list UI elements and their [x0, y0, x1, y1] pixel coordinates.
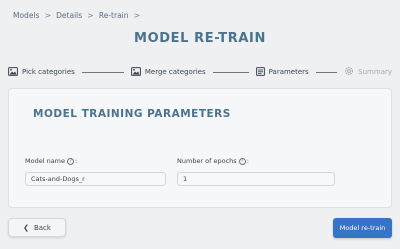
step-pick-categories[interactable]: Pick categories: [8, 66, 75, 78]
epochs-label-text: Number of epochs: [177, 157, 237, 165]
back-button-label: Back: [33, 223, 51, 232]
help-icon[interactable]: ?: [67, 157, 75, 165]
list-icon: [255, 66, 265, 78]
chevron-left-icon: ❮: [23, 223, 29, 232]
image-icon: [8, 66, 18, 78]
step-label: Pick categories: [22, 68, 75, 76]
step-summary[interactable]: Summary: [344, 66, 392, 78]
step-connector: [315, 71, 338, 73]
back-button[interactable]: ❮ Back: [8, 218, 66, 237]
help-icon[interactable]: ?: [238, 157, 246, 165]
step-merge-categories[interactable]: Merge categories: [130, 66, 206, 78]
breadcrumb-details[interactable]: Details: [56, 11, 82, 20]
page-title: MODEL RE-TRAIN: [134, 31, 266, 46]
stepper: Pick categories Merge categories Paramet…: [8, 66, 392, 78]
step-connector: [81, 71, 124, 73]
label-suffix: :: [75, 157, 78, 165]
parameters-card: MODEL TRAINING PARAMETERS Model name ? :…: [8, 88, 392, 208]
breadcrumb-separator: >: [133, 11, 141, 20]
step-label: Summary: [358, 68, 392, 76]
model-name-label-text: Model name: [25, 157, 66, 165]
breadcrumb-separator: >: [44, 11, 52, 20]
epochs-label: Number of epochs ? :: [177, 157, 249, 165]
breadcrumb-models[interactable]: Models: [13, 11, 39, 20]
epochs-input[interactable]: [177, 172, 335, 186]
model-name-input[interactable]: [25, 172, 166, 186]
model-name-label: Model name ? :: [25, 157, 77, 165]
label-suffix: :: [246, 157, 249, 165]
step-label: Parameters: [268, 68, 309, 76]
breadcrumb-retrain[interactable]: Re-train: [99, 11, 129, 20]
step-parameters[interactable]: Parameters: [255, 66, 309, 78]
step-connector: [212, 71, 249, 73]
model-retrain-button[interactable]: Model re-train: [333, 218, 392, 238]
gear-icon: [344, 66, 354, 78]
card-title: MODEL TRAINING PARAMETERS: [33, 108, 231, 120]
image-icon: [130, 66, 141, 78]
breadcrumb-separator: >: [87, 11, 94, 20]
step-label: Merge categories: [144, 68, 206, 76]
model-retrain-button-label: Model re-train: [339, 224, 386, 232]
breadcrumb: Models > Details > Re-train >: [13, 11, 145, 20]
